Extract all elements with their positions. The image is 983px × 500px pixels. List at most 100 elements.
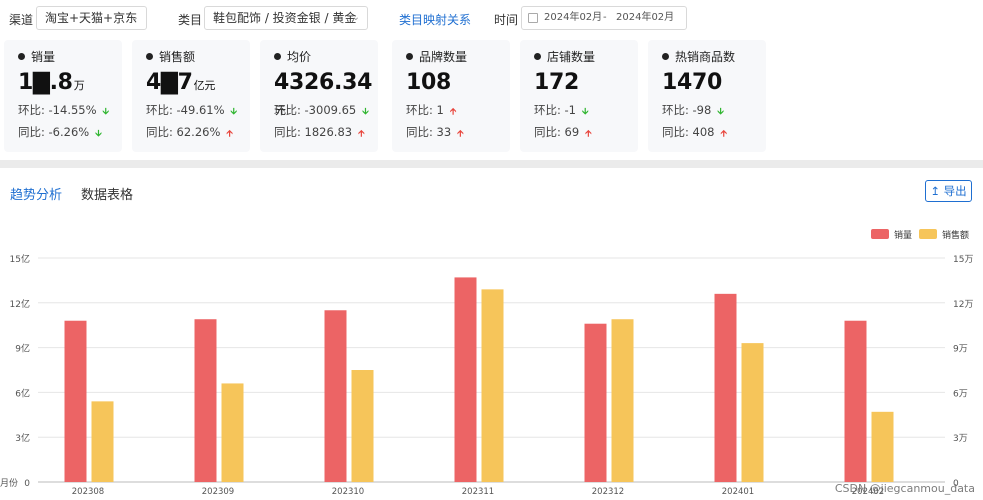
arrow-down-icon: 🡫: [95, 129, 102, 139]
kpi-value-number: 4▇7: [146, 70, 193, 95]
kpi-yoy-label: 同比:: [18, 125, 45, 139]
kpi-yoy-value: 69: [564, 125, 580, 139]
left-tick-label: 0: [24, 479, 30, 489]
kpi-card: 热销商品数 1470 环比: -98 🡫 同比: 408 🡩: [648, 40, 766, 152]
x-tick-label: 202308: [72, 487, 104, 497]
kpi-mom: 环比: -98 🡫: [662, 102, 724, 120]
kpi-mom: 环比: -14.55% 🡫: [18, 102, 109, 120]
kpi-card: 销售额 4▇7亿元 环比: -49.61% 🡫 同比: 62.26% 🡩: [132, 40, 250, 152]
kpi-mom: 环比: -1 🡫: [534, 102, 588, 120]
section-divider: [0, 160, 983, 168]
kpi-cards: 销量 1▇.8万环比: -14.55% 🡫 同比: -6.26% 🡫 销售额 4▇7亿元环比…: [0, 40, 983, 155]
bar-sales-volume: [844, 320, 867, 482]
arrow-down-icon: 🡫: [102, 107, 109, 117]
x-tick-label: 202401: [722, 487, 754, 497]
kpi-mom-value: -49.61%: [176, 103, 225, 117]
bar-sales-volume: [454, 277, 477, 482]
arrow-up-icon: 🡩: [720, 129, 727, 139]
kpi-mom-value: -98: [692, 103, 712, 117]
arrow-up-icon: 🡩: [449, 107, 457, 117]
arrow-up-icon: 🡩: [585, 129, 592, 139]
arrow-down-icon: 🡫: [230, 107, 237, 117]
export-button[interactable]: ↥ 导出: [925, 180, 972, 202]
kpi-card: 均价 4326.34元 环比: -3009.65 🡫 同比: 1826.83 🡩: [260, 40, 378, 152]
left-tick-label: 3亿: [15, 432, 30, 444]
date-range-picker[interactable]: 2024年02月 - 2024年02月: [521, 6, 687, 30]
category-mapping-link[interactable]: 类目映射关系: [399, 11, 471, 28]
arrow-down-icon: 🡫: [362, 107, 369, 117]
left-tick-label: 15亿: [10, 253, 30, 265]
kpi-value: 4▇7亿元: [146, 70, 215, 95]
kpi-title: 均价: [274, 48, 311, 65]
left-tick-label: 6亿: [15, 387, 30, 399]
kpi-unit: 万: [73, 79, 85, 92]
kpi-mom-value: 1: [436, 103, 444, 117]
bar-sales-amount: [611, 319, 634, 482]
kpi-yoy: 同比: -6.26% 🡫: [18, 124, 102, 142]
channel-select-value: 淘宝+天猫+京东: [45, 11, 138, 25]
arrow-up-icon: 🡩: [358, 129, 365, 139]
left-axis-partial-label: 月份: [0, 477, 18, 489]
kpi-title-text: 店铺数量: [547, 50, 596, 64]
legend-swatch: [871, 229, 889, 239]
bar-sales-amount: [351, 370, 374, 482]
arrow-up-icon: 🡩: [226, 129, 233, 139]
kpi-title-text: 销售额: [159, 50, 196, 64]
tab-data-table[interactable]: 数据表格: [81, 184, 133, 203]
kpi-mom-label: 环比:: [534, 103, 561, 117]
chevron-down-icon: ⌄: [130, 12, 139, 23]
kpi-value: 172: [534, 70, 580, 95]
right-tick-label: 3万: [953, 434, 968, 444]
bullet-icon: [406, 53, 413, 60]
kpi-value: 108: [406, 70, 452, 95]
bar-sales-amount: [741, 343, 764, 482]
kpi-mom: 环比: -3009.65 🡫: [274, 102, 369, 120]
kpi-title-text: 品牌数量: [419, 50, 468, 64]
right-tick-label: 12万: [953, 300, 973, 310]
kpi-yoy-label: 同比:: [662, 125, 689, 139]
kpi-mom-value: -1: [564, 103, 576, 117]
kpi-card: 品牌数量 108 环比: 1 🡩 同比: 33 🡩: [392, 40, 510, 152]
kpi-mom-label: 环比:: [662, 103, 689, 117]
kpi-title: 销售额: [146, 48, 195, 65]
kpi-yoy: 同比: 33 🡩: [406, 124, 464, 142]
date-separator: -: [603, 12, 607, 23]
x-tick-label: 202310: [332, 487, 364, 497]
kpi-value-number: 172: [534, 70, 580, 95]
kpi-mom-label: 环比:: [146, 103, 173, 117]
kpi-yoy-value: 62.26%: [176, 125, 221, 139]
kpi-title-text: 销量: [31, 50, 56, 64]
right-tick-label: 9万: [953, 345, 968, 355]
tab-trend-analysis[interactable]: 趋势分析: [10, 184, 62, 203]
kpi-mom-label: 环比:: [406, 103, 433, 117]
kpi-yoy-value: 1826.83: [304, 125, 353, 139]
category-select[interactable]: 鞋包配饰 / 投资金银 / 黄金 ⌄: [204, 6, 368, 30]
date-start: 2024年02月: [544, 12, 603, 23]
kpi-yoy: 同比: 1826.83 🡩: [274, 124, 365, 142]
bar-sales-volume: [714, 293, 737, 482]
kpi-title: 销量: [18, 48, 55, 65]
bullet-icon: [534, 53, 541, 60]
kpi-card: 销量 1▇.8万环比: -14.55% 🡫 同比: -6.26% 🡫: [4, 40, 122, 152]
x-tick-label: 202312: [592, 487, 624, 497]
bar-sales-volume: [64, 320, 87, 482]
bar-sales-volume: [584, 323, 607, 482]
right-tick-label: 6万: [953, 389, 968, 399]
x-tick-label: 202309: [202, 487, 234, 497]
kpi-value: 1▇.8万: [18, 70, 85, 95]
kpi-yoy: 同比: 408 🡩: [662, 124, 727, 142]
bullet-icon: [146, 53, 153, 60]
kpi-mom-label: 环比:: [18, 103, 45, 117]
kpi-title-text: 均价: [287, 50, 312, 64]
kpi-yoy-label: 同比:: [274, 125, 301, 139]
category-label: 类目: [178, 13, 203, 27]
right-tick-label: 15万: [953, 255, 973, 265]
channel-select[interactable]: 淘宝+天猫+京东 ⌄: [36, 6, 147, 30]
category-select-value: 鞋包配饰 / 投资金银 / 黄金: [213, 11, 357, 25]
bar-sales-amount: [221, 383, 244, 482]
kpi-mom: 环比: 1 🡩: [406, 102, 456, 120]
kpi-mom: 环比: -49.61% 🡫: [146, 102, 237, 120]
kpi-yoy-value: 408: [692, 125, 715, 139]
export-label: 导出: [943, 184, 967, 198]
legend-label: 销售额: [942, 229, 969, 241]
